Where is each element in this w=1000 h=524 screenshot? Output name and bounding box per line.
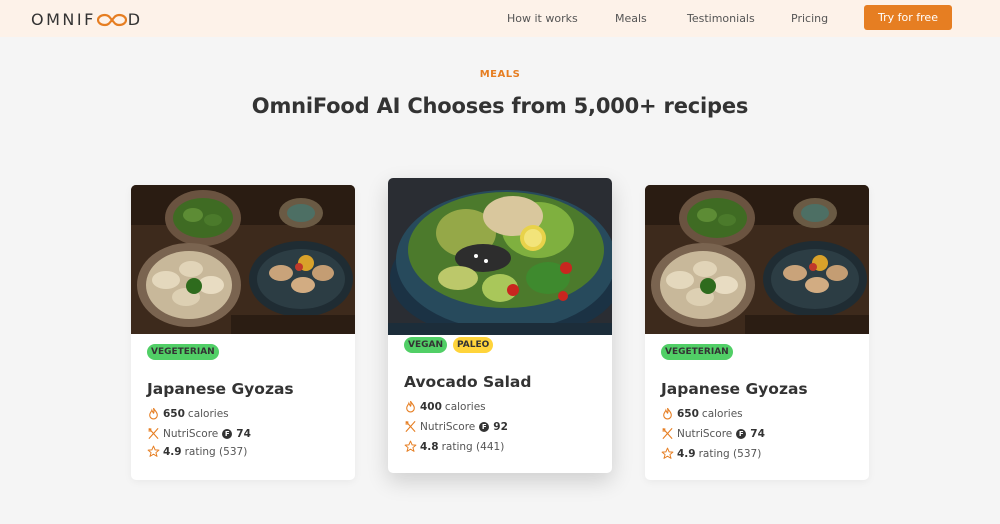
nutriscore-badge-icon: F	[479, 421, 490, 432]
nutriscore-attribute: NutriScore F 74	[147, 427, 254, 440]
star-icon	[661, 447, 674, 459]
rating-attribute: 4.8 rating (441)	[404, 440, 504, 453]
meal-card-gyozas-2[interactable]: VEGETERIAN Japanese Gyozas 650 calories …	[645, 185, 869, 480]
infinity-logo-icon	[96, 13, 127, 26]
nutriscore-badge-icon: F	[222, 428, 233, 439]
tags-row: VEGAN PALEO	[404, 337, 494, 353]
tag-paleo: PALEO	[453, 337, 494, 353]
meal-title: Avocado Salad	[404, 373, 532, 391]
flame-icon	[663, 407, 672, 420]
rating-label: rating (537)	[698, 447, 762, 460]
nav-testimonials[interactable]: Testimonials	[687, 12, 755, 25]
nutriscore-value: 74	[236, 427, 251, 440]
nutriscore-value: 92	[493, 420, 508, 433]
nav-meals[interactable]: Meals	[615, 12, 647, 25]
section-heading: OmniFood AI Chooses from 5,000+ recipes	[251, 94, 749, 118]
logo-text-left: OMNIF	[31, 10, 96, 29]
utensils-icon	[405, 421, 416, 432]
nutriscore-badge-icon: F	[736, 428, 747, 439]
omnifood-logo[interactable]: OMNIF D	[31, 10, 143, 29]
nutriscore-attribute: NutriScore F 92	[404, 420, 511, 433]
tag-vegetarian: VEGETERIAN	[147, 344, 219, 360]
rating-attribute: 4.9 rating (537)	[661, 447, 761, 460]
calories-label: calories	[187, 407, 229, 420]
meal-title: Japanese Gyozas	[661, 380, 808, 398]
calories-value: 650	[677, 407, 699, 420]
tags-row: VEGETERIAN	[147, 344, 219, 360]
rating-value: 4.9	[677, 447, 696, 460]
calories-attribute: 650 calories	[147, 407, 229, 420]
meal-title: Japanese Gyozas	[147, 380, 294, 398]
utensils-icon	[148, 428, 159, 439]
flame-icon	[149, 407, 158, 420]
calories-value: 650	[163, 407, 185, 420]
flame-icon	[406, 400, 415, 413]
star-icon	[147, 445, 160, 457]
nutriscore-attribute: NutriScore F 74	[661, 427, 768, 440]
nutriscore-value: 74	[750, 427, 765, 440]
star-icon	[404, 440, 417, 452]
nutriscore-label: NutriScore	[420, 420, 476, 433]
tag-vegan: VEGAN	[404, 337, 447, 353]
nav-how-it-works[interactable]: How it works	[507, 12, 578, 25]
rating-label: rating (441)	[441, 440, 505, 453]
rating-attribute: 4.9 rating (537)	[147, 445, 247, 458]
meal-card-gyozas-1[interactable]: VEGETERIAN Japanese Gyozas 650 calories …	[131, 185, 355, 480]
rating-value: 4.8	[420, 440, 439, 453]
utensils-icon	[662, 428, 673, 439]
nutriscore-label: NutriScore	[163, 427, 219, 440]
section-subheading: MEALS	[479, 69, 521, 80]
tags-row: VEGETERIAN	[661, 344, 733, 360]
meal-card-avocado-salad[interactable]: VEGAN PALEO Avocado Salad 400 calories N…	[388, 178, 612, 473]
nav-pricing[interactable]: Pricing	[791, 12, 828, 25]
meal-image-avocado-salad	[388, 178, 612, 335]
meal-image-gyozas	[131, 185, 355, 334]
nutriscore-label: NutriScore	[677, 427, 733, 440]
calories-label: calories	[701, 407, 743, 420]
top-navigation: OMNIF D How it works Meals Testimonials …	[0, 0, 1000, 37]
calories-label: calories	[444, 400, 486, 413]
calories-attribute: 650 calories	[661, 407, 743, 420]
try-for-free-button[interactable]: Try for free	[864, 5, 952, 30]
meal-image-gyozas	[645, 185, 869, 334]
rating-value: 4.9	[163, 445, 182, 458]
tag-vegetarian: VEGETERIAN	[661, 344, 733, 360]
rating-label: rating (537)	[184, 445, 248, 458]
calories-attribute: 400 calories	[404, 400, 486, 413]
logo-text-right: D	[127, 10, 143, 29]
calories-value: 400	[420, 400, 442, 413]
